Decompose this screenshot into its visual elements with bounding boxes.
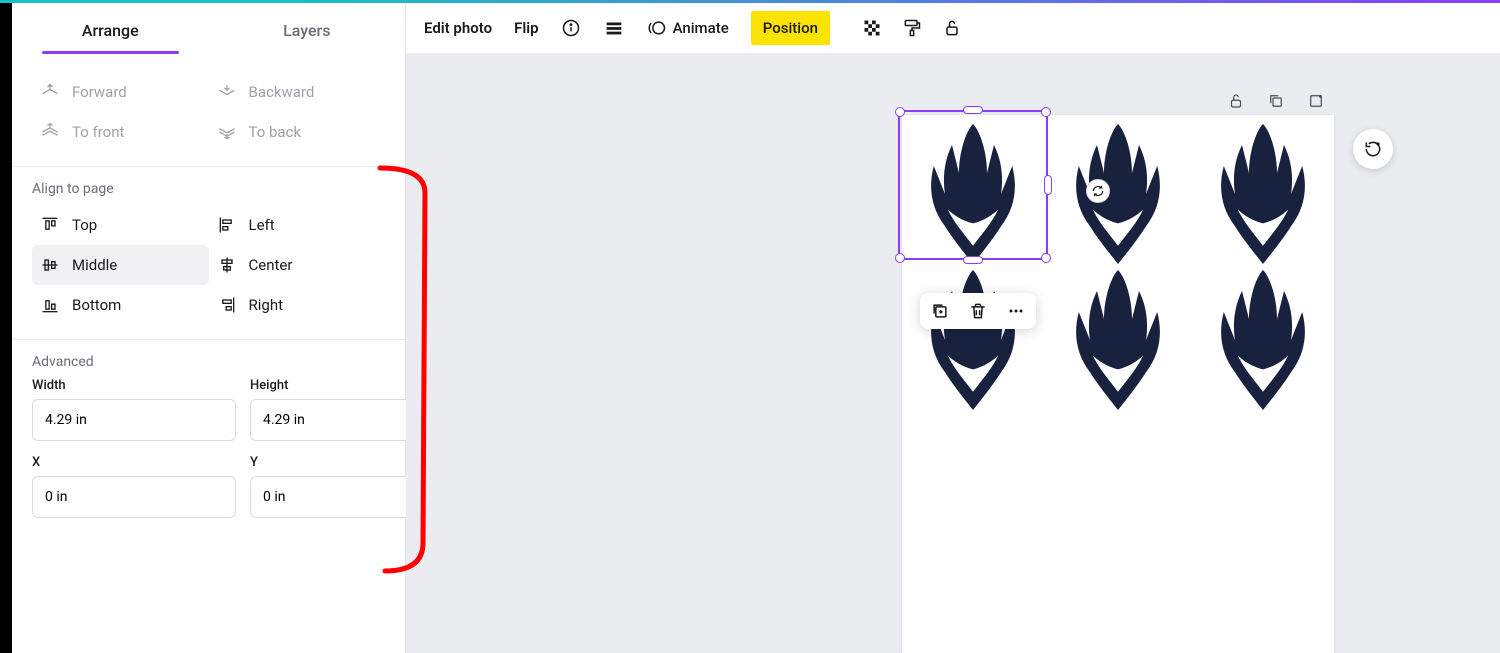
tab-layers-label: Layers (283, 21, 330, 40)
transparency-button[interactable] (862, 18, 882, 38)
flip-button[interactable]: Flip (514, 19, 538, 37)
align-left-button[interactable]: Left (209, 205, 386, 245)
resize-handle-bl[interactable] (895, 253, 905, 263)
forward-icon (40, 82, 60, 102)
page-lock-button[interactable] (1226, 91, 1246, 111)
trash-icon (968, 301, 988, 321)
to-front-icon (40, 122, 60, 142)
context-duplicate-button[interactable] (928, 299, 952, 323)
animate-icon (647, 18, 667, 38)
element-context-toolbar (920, 293, 1036, 329)
align-section: Align to page Top Left Middle Center Bot… (12, 167, 405, 339)
align-top-button[interactable]: Top (32, 205, 209, 245)
align-center-label: Center (249, 256, 293, 274)
align-middle-button[interactable]: Middle (32, 245, 209, 285)
sync-badge[interactable] (1086, 179, 1110, 203)
window-accent-bar (0, 0, 1500, 3)
align-bottom-label: Bottom (72, 296, 121, 314)
align-center-icon (217, 255, 237, 275)
width-label: Width (32, 378, 236, 393)
regenerate-button[interactable] (1353, 129, 1393, 169)
logo-graphic[interactable] (1192, 263, 1334, 417)
backward-label: Backward (249, 83, 315, 101)
width-input[interactable] (32, 399, 236, 441)
align-bottom-button[interactable]: Bottom (32, 285, 209, 325)
to-back-label: To back (249, 123, 302, 141)
app-rail (0, 3, 12, 653)
backward-button: Backward (209, 72, 386, 112)
lock-open-icon (1227, 92, 1245, 110)
to-back-button: To back (209, 112, 386, 152)
duplicate-plus-icon (930, 301, 950, 321)
lock-button[interactable] (942, 18, 962, 38)
align-top-icon (40, 215, 60, 235)
animate-label: Animate (673, 19, 729, 37)
sync-icon (1091, 184, 1105, 198)
edit-photo-button[interactable]: Edit photo (424, 19, 492, 37)
position-button[interactable]: Position (751, 11, 830, 45)
align-bottom-icon (40, 295, 60, 315)
align-center-button[interactable]: Center (209, 245, 386, 285)
editor-toolbar: Edit photo Flip Animate Position (406, 3, 1500, 54)
logo-graphic[interactable] (1192, 117, 1334, 271)
canvas-area[interactable] (406, 54, 1500, 653)
align-section-title: Align to page (32, 181, 385, 197)
animate-button[interactable]: Animate (647, 18, 729, 38)
lock-open-icon (942, 18, 962, 38)
context-more-button[interactable] (1004, 299, 1028, 323)
logo-graphic[interactable] (1047, 117, 1189, 271)
align-right-label: Right (249, 296, 283, 314)
align-left-label: Left (249, 216, 275, 234)
more-icon (1006, 301, 1026, 321)
duplicate-icon (1267, 92, 1285, 110)
list-icon (603, 17, 625, 39)
resize-handle-br[interactable] (1041, 253, 1051, 263)
edit-photo-label: Edit photo (424, 19, 492, 37)
x-input[interactable] (32, 476, 236, 518)
logo-graphic[interactable] (902, 263, 1044, 417)
x-label: X (32, 455, 236, 470)
align-middle-label: Middle (72, 256, 117, 274)
page-duplicate-button[interactable] (1266, 91, 1286, 111)
tab-layers[interactable]: Layers (209, 3, 406, 58)
forward-label: Forward (72, 83, 127, 101)
sidebar-tabs: Arrange Layers (12, 3, 405, 58)
copy-style-button[interactable] (902, 18, 922, 38)
flip-label: Flip (514, 19, 538, 37)
info-icon (561, 18, 581, 38)
info-button[interactable] (561, 18, 581, 38)
advanced-section: Advanced Width Height Ratio X (12, 340, 405, 546)
align-left-icon (217, 215, 237, 235)
selection-box[interactable] (898, 110, 1048, 260)
refresh-plus-icon (1363, 139, 1383, 159)
resize-handle-tl[interactable] (895, 107, 905, 117)
page-add-button[interactable] (1306, 91, 1326, 111)
resize-handle-tr[interactable] (1041, 107, 1051, 117)
advanced-section-title: Advanced (32, 354, 385, 370)
backward-icon (217, 82, 237, 102)
to-front-button: To front (32, 112, 209, 152)
align-right-button[interactable]: Right (209, 285, 386, 325)
paint-roller-icon (902, 18, 922, 38)
align-middle-icon (40, 255, 60, 275)
to-back-icon (217, 122, 237, 142)
align-top-label: Top (72, 216, 97, 234)
tab-arrange[interactable]: Arrange (12, 3, 209, 58)
transparency-icon (862, 18, 882, 38)
context-delete-button[interactable] (966, 299, 990, 323)
resize-handle-t[interactable] (963, 106, 983, 114)
position-label: Position (763, 19, 818, 37)
order-section: Forward Backward To front To back (12, 58, 405, 166)
list-button[interactable] (603, 17, 625, 39)
resize-handle-r[interactable] (1044, 175, 1052, 195)
resize-handle-b[interactable] (963, 256, 983, 264)
to-front-label: To front (72, 123, 124, 141)
forward-button: Forward (32, 72, 209, 112)
page-tools (1226, 91, 1326, 111)
logo-graphic[interactable] (1047, 263, 1189, 417)
align-right-icon (217, 295, 237, 315)
tab-arrange-label: Arrange (82, 21, 139, 40)
add-page-icon (1307, 92, 1325, 110)
position-sidebar: Arrange Layers Forward Backward To front… (12, 3, 406, 653)
